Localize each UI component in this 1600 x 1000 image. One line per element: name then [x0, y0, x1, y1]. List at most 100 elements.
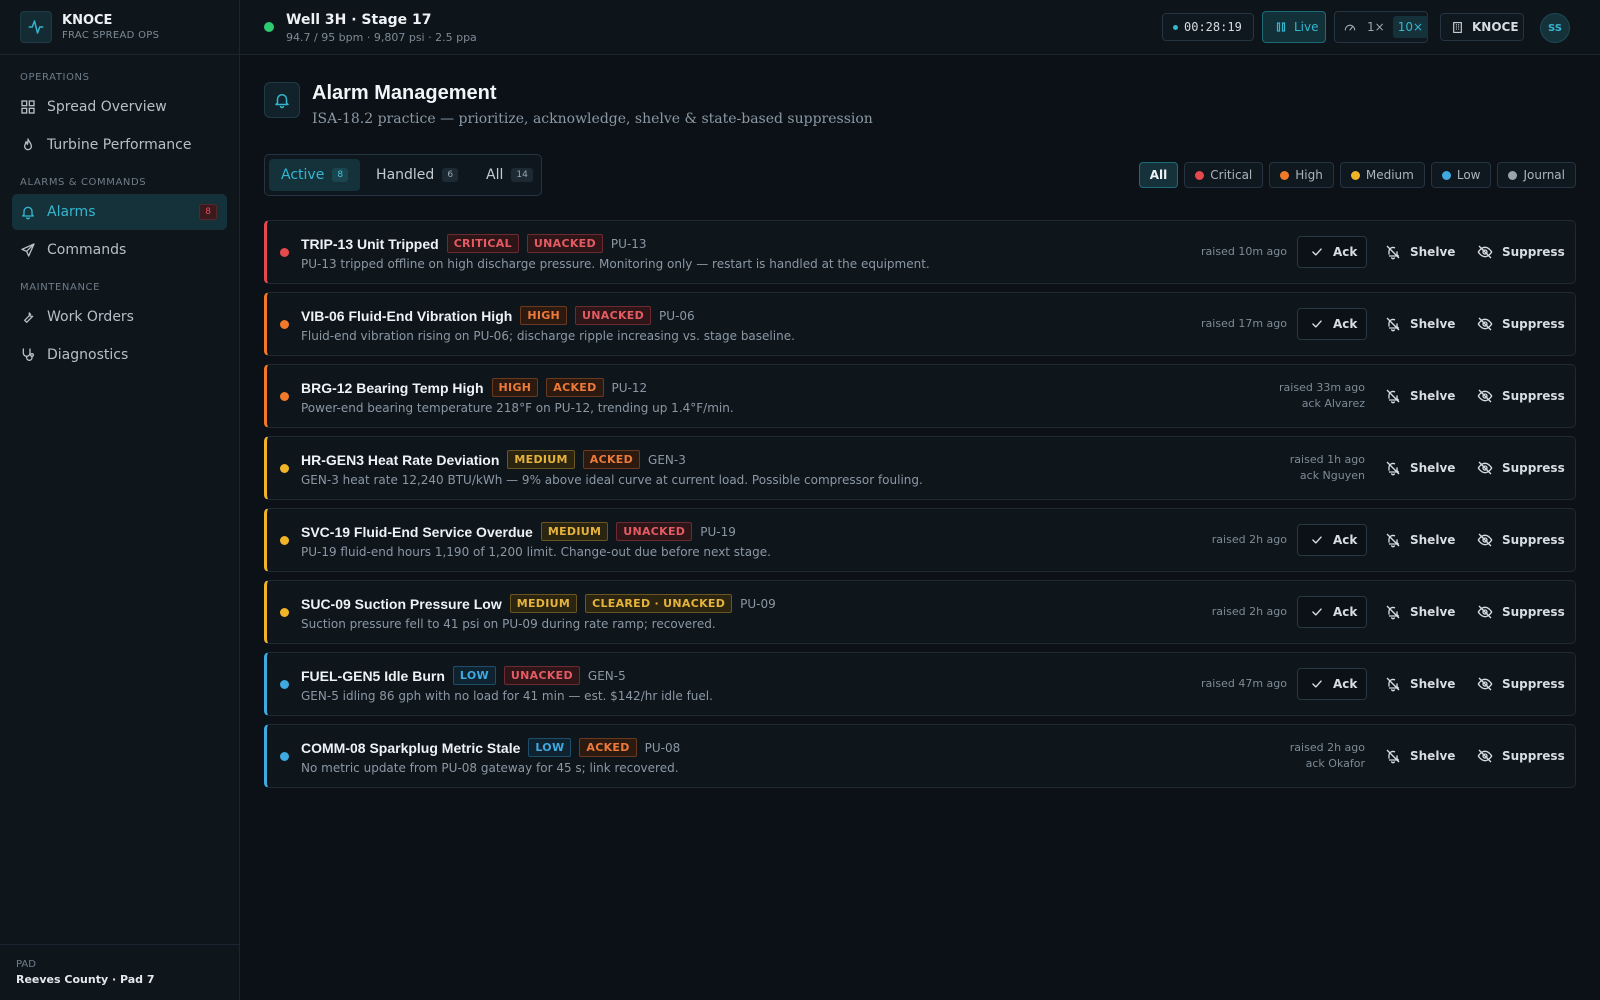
app-name: KNOCE: [62, 13, 113, 28]
filter-journal[interactable]: Journal: [1497, 162, 1576, 188]
state-badge: UNACKED: [575, 306, 652, 325]
filter-label: Low: [1456, 168, 1481, 182]
timer-value: 00:28:19: [1184, 20, 1242, 34]
shelve-button[interactable]: Shelve: [1383, 380, 1455, 412]
ack-button[interactable]: Ack: [1297, 668, 1367, 700]
activity-logo-icon: [20, 11, 52, 43]
suppress-button[interactable]: Suppress: [1475, 668, 1565, 700]
speed-10x-button[interactable]: 10×: [1392, 16, 1429, 38]
ack-button[interactable]: Ack: [1297, 236, 1367, 268]
alarm-meta: raised 47m ago: [1201, 653, 1287, 715]
suppress-label: Suppress: [1502, 245, 1565, 259]
suppress-button[interactable]: Suppress: [1475, 236, 1565, 268]
alarm-description: Suction pressure fell to 41 psi on PU-09…: [301, 617, 716, 631]
alarm-row[interactable]: FUEL-GEN5 Idle Burn LOW UNACKED GEN-5 GEN-5 …: [264, 652, 1576, 716]
severity-dot: [280, 464, 289, 473]
timer-dot: [1173, 24, 1178, 30]
shelve-button[interactable]: Shelve: [1383, 740, 1455, 772]
severity-filters: All Critical High Medium Low Journal: [1133, 162, 1576, 188]
state-badge: ACKED: [546, 378, 604, 397]
alarm-row[interactable]: HR-GEN3 Heat Rate Deviation MEDIUM ACKED GE…: [264, 436, 1576, 500]
sidebar-item-diagnostics[interactable]: Diagnostics: [12, 337, 227, 373]
severity-dot: [280, 320, 289, 329]
tab-handled[interactable]: Handled 6: [364, 159, 470, 191]
alarm-header: COMM-08 Sparkplug Metric Stale LOW ACKED PU…: [301, 738, 680, 757]
raised-time: raised 2h ago: [1211, 605, 1287, 618]
alarm-row[interactable]: BRG-12 Bearing Temp High HIGH ACKED PU-12 Po…: [264, 364, 1576, 428]
tab-active[interactable]: Active 8: [269, 159, 361, 191]
filter-low[interactable]: Low: [1430, 162, 1492, 188]
session-timer: 00:28:19: [1162, 13, 1254, 41]
shelve-button[interactable]: Shelve: [1383, 308, 1455, 340]
raised-time: raised 33m ago: [1279, 381, 1365, 394]
sidebar-item-label: Commands: [47, 242, 127, 258]
filter-critical[interactable]: Critical: [1184, 162, 1264, 188]
sidebar-item-label: Spread Overview: [47, 99, 167, 115]
severity-badge: LOW: [528, 738, 572, 757]
ack-button[interactable]: Ack: [1297, 524, 1367, 556]
alarm-description: No metric update from PU-08 gateway for …: [301, 761, 679, 775]
alarm-title: COMM-08 Sparkplug Metric Stale: [301, 739, 521, 756]
bell-off-icon: [1385, 460, 1410, 476]
severity-badge: CRITICAL: [446, 234, 519, 253]
filter-medium[interactable]: Medium: [1339, 162, 1425, 188]
send-icon: [20, 242, 36, 258]
bell-off-icon: [1385, 244, 1410, 260]
sidebar-item-work-orders[interactable]: Work Orders: [12, 299, 227, 335]
suppress-button[interactable]: Suppress: [1475, 740, 1565, 772]
shelve-button[interactable]: Shelve: [1383, 668, 1455, 700]
severity-dot: [280, 680, 289, 689]
severity-dot: [280, 248, 289, 257]
severity-badge: LOW: [452, 666, 496, 685]
org-switcher[interactable]: KNOCE: [1440, 13, 1524, 41]
severity-badge: MEDIUM: [540, 522, 609, 541]
sidebar-item-alarms[interactable]: Alarms 8: [12, 194, 227, 230]
shelve-button[interactable]: Shelve: [1383, 524, 1455, 556]
alarm-row[interactable]: SVC-19 Fluid-End Service Overdue MEDIUM UN…: [264, 508, 1576, 572]
filter-high[interactable]: High: [1269, 162, 1334, 188]
tab-label: All: [486, 167, 504, 183]
state-badge: UNACKED: [503, 666, 580, 685]
live-button[interactable]: Live: [1262, 11, 1326, 43]
sidebar-item-commands[interactable]: Commands: [12, 232, 227, 268]
suppress-button[interactable]: Suppress: [1475, 596, 1565, 628]
alarm-row[interactable]: VIB-06 Fluid-End Vibration High HIGH UNACK…: [264, 292, 1576, 356]
suppress-button[interactable]: Suppress: [1475, 524, 1565, 556]
bell-icon: [264, 82, 300, 118]
suppress-button[interactable]: Suppress: [1475, 452, 1565, 484]
suppress-button[interactable]: Suppress: [1475, 308, 1565, 340]
shelve-button[interactable]: Shelve: [1383, 452, 1455, 484]
raised-time: raised 2h ago: [1211, 533, 1287, 546]
alarm-title: SUC-09 Suction Pressure Low: [301, 595, 502, 612]
tab-all[interactable]: All 14: [474, 159, 545, 191]
acked-by: ack Alvarez: [1301, 397, 1365, 410]
speed-1x-button[interactable]: 1×: [1367, 20, 1385, 34]
ack-button[interactable]: Ack: [1297, 308, 1367, 340]
eye-off-icon: [1477, 244, 1502, 260]
suppress-button[interactable]: Suppress: [1475, 380, 1565, 412]
nav-section-operations: OPERATIONS: [20, 72, 90, 83]
alarm-header: SUC-09 Suction Pressure Low MEDIUM CLEARED…: [301, 594, 776, 613]
alarm-row[interactable]: SUC-09 Suction Pressure Low MEDIUM CLEARED…: [264, 580, 1576, 644]
sidebar-item-spread-overview[interactable]: Spread Overview: [12, 89, 227, 125]
alarm-description: PU-19 fluid-end hours 1,190 of 1,200 lim…: [301, 545, 771, 559]
topbar: Well 3H · Stage 17 94.7 / 95 bpm · 9,807…: [240, 0, 1600, 55]
live-status-dot: [264, 22, 274, 32]
eye-off-icon: [1477, 460, 1502, 476]
check-icon: [1310, 677, 1333, 691]
avatar[interactable]: SS: [1540, 13, 1570, 43]
building-icon: [1451, 21, 1464, 34]
ack-button[interactable]: Ack: [1297, 596, 1367, 628]
brand[interactable]: KNOCE FRAC SPREAD OPS: [0, 0, 239, 55]
alarm-meta: raised 1h ago ack Nguyen: [1290, 437, 1365, 499]
sidebar-item-turbine-performance[interactable]: Turbine Performance: [12, 127, 227, 163]
bell-off-icon: [1385, 532, 1410, 548]
alarm-row[interactable]: COMM-08 Sparkplug Metric Stale LOW ACKED PU…: [264, 724, 1576, 788]
shelve-button[interactable]: Shelve: [1383, 596, 1455, 628]
live-label: Live: [1294, 20, 1319, 34]
alarm-meta: raised 10m ago: [1201, 221, 1287, 283]
shelve-button[interactable]: Shelve: [1383, 236, 1455, 268]
page-title: Alarm Management: [312, 82, 497, 104]
alarm-row[interactable]: TRIP-13 Unit Tripped CRITICAL UNACKED PU-13…: [264, 220, 1576, 284]
filter-all[interactable]: All: [1138, 162, 1179, 188]
